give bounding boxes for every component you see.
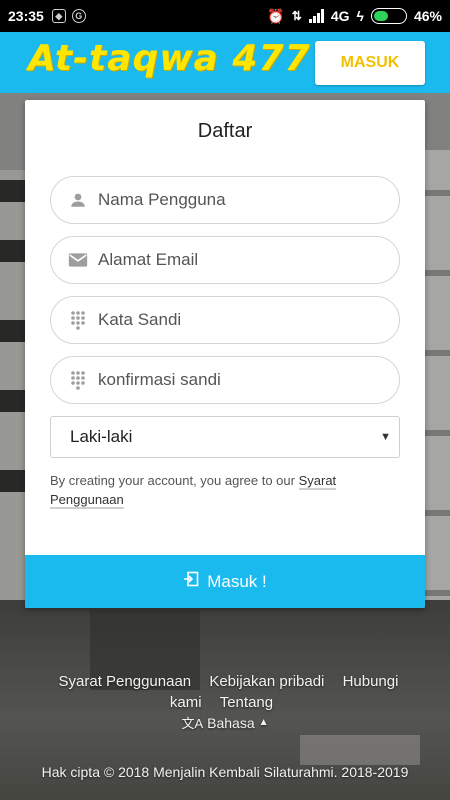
translate-icon: 文A [181,716,204,731]
app-header: At-taqwa 477 MASUK [0,32,450,93]
footer-link-about[interactable]: Tentang [220,694,273,711]
login-button[interactable]: MASUK [315,41,425,85]
login-arrow-icon [183,571,199,592]
app-logo: At-taqwa 477 [28,38,311,79]
footer-link-terms[interactable]: Syarat Penggunaan [59,673,192,690]
charging-icon: ϟ [356,8,364,24]
status-time: 23:35 [8,8,44,24]
keypad-icon [68,370,88,390]
network-type: 4G [330,8,350,24]
username-input[interactable] [98,190,378,210]
signal-icon [308,9,324,23]
password-field[interactable] [50,296,400,344]
g-icon: G [71,9,86,23]
terms-notice: By creating your account, you agree to o… [50,471,370,509]
submit-button[interactable]: Masuk ! [25,555,425,608]
language-label: Bahasa [207,714,255,731]
status-bar: 23:35 ◆ G ⏰ ⇅ 4G ϟ 46% [0,0,450,32]
gender-selected-value: Laki-laki [70,427,133,446]
confirm-password-field[interactable] [50,356,400,404]
copyright-text: Hak cipta © 2018 Menjalin Kembali Silatu… [41,764,409,780]
page-title: Daftar [197,120,253,142]
confirm-password-input[interactable] [98,370,378,390]
submit-label: Masuk ! [207,571,267,591]
shield-icon: ◆ [51,9,66,23]
footer-link-privacy[interactable]: Kebijakan pribadi [209,673,324,690]
footer-links: Syarat Penggunaan Kebijakan pribadi Hubu… [40,671,410,713]
keypad-icon [68,310,88,330]
gender-select[interactable]: Laki-laki ▼ [50,416,400,458]
person-icon [68,190,88,210]
mail-icon [68,250,88,270]
username-field[interactable] [50,176,400,224]
email-field[interactable] [50,236,400,284]
battery-icon [370,8,407,24]
caret-down-icon: ▼ [380,431,391,443]
caret-up-icon: ▲ [258,717,269,728]
battery-percent: 46% [413,8,442,24]
alarm-icon: ⏰ [267,7,285,24]
password-input[interactable] [98,310,378,330]
email-input[interactable] [98,250,378,270]
terms-text: By creating your account, you agree to o… [50,473,299,488]
vibrate-icon: ⇅ [291,9,302,23]
language-selector[interactable]: 文A Bahasa ▲ [0,713,450,732]
register-card: Daftar Nama Pengguna Alamat Email Laki-l… [25,100,425,608]
